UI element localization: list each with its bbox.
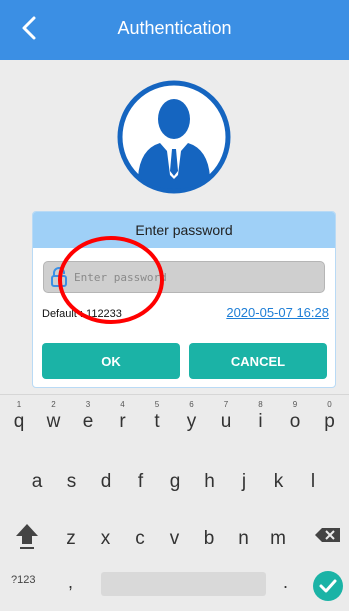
backspace-icon[interactable] bbox=[313, 520, 343, 550]
key-l[interactable]: l bbox=[298, 459, 328, 499]
key-label: g bbox=[169, 471, 181, 492]
space-bar[interactable] bbox=[101, 572, 266, 596]
key-number-hint: 0 bbox=[327, 400, 332, 409]
checkmark-circle-icon[interactable] bbox=[312, 570, 344, 602]
key-label: f bbox=[137, 471, 144, 492]
key-number-hint: 4 bbox=[120, 400, 125, 409]
key-x[interactable]: x bbox=[91, 516, 121, 556]
key-s[interactable]: s bbox=[57, 459, 87, 499]
key-w[interactable]: 2w bbox=[39, 399, 69, 439]
key-label: r bbox=[119, 411, 126, 432]
user-avatar-icon bbox=[117, 80, 231, 194]
comma-key[interactable]: , bbox=[68, 572, 73, 593]
key-label: m bbox=[270, 528, 286, 549]
default-password-label: Default : 112233 bbox=[42, 308, 122, 320]
key-c[interactable]: c bbox=[125, 516, 155, 556]
password-dialog: Enter password Default : 112233 2020-05-… bbox=[32, 211, 336, 388]
key-n[interactable]: n bbox=[229, 516, 259, 556]
symbols-key[interactable]: ?123 bbox=[11, 574, 35, 586]
key-e[interactable]: 3e bbox=[73, 399, 103, 439]
key-f[interactable]: f bbox=[126, 459, 156, 499]
key-u[interactable]: 7u bbox=[211, 399, 241, 439]
key-v[interactable]: v bbox=[160, 516, 190, 556]
key-z[interactable]: z bbox=[56, 516, 86, 556]
key-label: v bbox=[169, 528, 180, 549]
shift-arrow-icon[interactable] bbox=[12, 520, 42, 550]
key-number-hint: 5 bbox=[154, 400, 160, 409]
key-label: n bbox=[238, 528, 249, 549]
key-number-hint: 7 bbox=[223, 400, 229, 409]
key-label: e bbox=[82, 411, 94, 432]
key-label: i bbox=[258, 411, 263, 432]
key-label: t bbox=[154, 411, 160, 432]
dialog-title: Enter password bbox=[33, 212, 335, 248]
key-label: j bbox=[241, 471, 247, 492]
password-input[interactable] bbox=[74, 266, 314, 288]
key-label: d bbox=[100, 471, 112, 492]
key-t[interactable]: 5t bbox=[142, 399, 172, 439]
password-field[interactable] bbox=[43, 261, 325, 293]
key-number-hint: 9 bbox=[292, 400, 298, 409]
key-label: p bbox=[324, 411, 335, 432]
key-q[interactable]: 1q bbox=[4, 399, 34, 439]
key-label: y bbox=[186, 411, 197, 432]
key-y[interactable]: 6y bbox=[177, 399, 207, 439]
ok-button[interactable]: OK bbox=[42, 343, 180, 379]
key-i[interactable]: 8i bbox=[246, 399, 276, 439]
soft-keyboard: 1q2w3e4r5t6y7u8i9o0p asdfghjkl zxcvbnm ?… bbox=[0, 394, 349, 611]
key-label: h bbox=[204, 471, 215, 492]
key-label: s bbox=[66, 471, 77, 492]
key-number-hint: 6 bbox=[189, 400, 194, 409]
key-label: z bbox=[66, 528, 76, 549]
key-r[interactable]: 4r bbox=[108, 399, 138, 439]
key-g[interactable]: g bbox=[160, 459, 190, 499]
key-p[interactable]: 0p bbox=[315, 399, 345, 439]
app-header: Authentication bbox=[0, 0, 349, 60]
page-title: Authentication bbox=[117, 18, 232, 38]
key-d[interactable]: d bbox=[91, 459, 121, 499]
key-label: u bbox=[220, 411, 232, 432]
period-key[interactable]: . bbox=[283, 572, 288, 593]
key-number-hint: 8 bbox=[258, 400, 263, 409]
key-number-hint: 2 bbox=[51, 400, 56, 409]
key-number-hint: 1 bbox=[16, 400, 22, 409]
cancel-button[interactable]: CANCEL bbox=[189, 343, 327, 379]
key-label: b bbox=[203, 528, 215, 549]
key-number-hint: 3 bbox=[85, 400, 91, 409]
key-label: k bbox=[273, 471, 284, 492]
key-label: q bbox=[13, 411, 25, 432]
key-o[interactable]: 9o bbox=[280, 399, 310, 439]
key-a[interactable]: a bbox=[22, 459, 52, 499]
key-k[interactable]: k bbox=[264, 459, 294, 499]
key-j[interactable]: j bbox=[229, 459, 259, 499]
key-b[interactable]: b bbox=[194, 516, 224, 556]
lock-icon bbox=[51, 267, 67, 287]
key-label: a bbox=[31, 471, 43, 492]
key-label: o bbox=[289, 411, 301, 432]
key-m[interactable]: m bbox=[263, 516, 293, 556]
key-label: l bbox=[310, 471, 316, 492]
key-label: c bbox=[135, 528, 145, 549]
datetime-link[interactable]: 2020-05-07 16:28 bbox=[226, 305, 329, 320]
key-label: w bbox=[46, 411, 61, 432]
key-label: x bbox=[100, 528, 111, 549]
key-h[interactable]: h bbox=[195, 459, 225, 499]
